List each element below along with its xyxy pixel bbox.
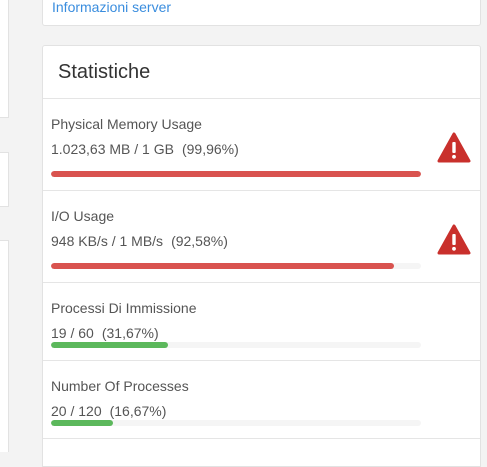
- stat-row-io-usage: I/O Usage 948 KB/s / 1 MB/s (92,58%): [43, 191, 480, 283]
- stat-row-number-of-processes: Number Of Processes 20 / 120 (16,67%): [43, 361, 480, 439]
- stat-label: I/O Usage: [51, 208, 115, 224]
- stat-amount: 948 KB/s / 1 MB/s: [51, 233, 164, 249]
- stat-amount: 1.023,63 MB / 1 GB: [51, 141, 174, 157]
- stat-value: 948 KB/s / 1 MB/s (92,58%): [51, 233, 480, 250]
- stat-percent: (99,96%): [181, 141, 239, 157]
- stat-amount: 19 / 60: [51, 325, 94, 341]
- progress-bar: [51, 263, 421, 269]
- stat-percent: (31,67%): [101, 325, 159, 341]
- progress-bar-fill: [51, 420, 113, 426]
- progress-bar: [51, 171, 421, 177]
- progress-bar: [51, 420, 421, 426]
- progress-bar-fill: [51, 171, 421, 177]
- progress-bar-fill: [51, 342, 169, 348]
- stat-percent: (16,67%): [109, 403, 167, 419]
- progress-bar: [51, 342, 421, 348]
- left-panel-edge: [0, 240, 9, 452]
- left-panel-edge: [0, 152, 9, 207]
- stat-label: Number Of Processes: [51, 378, 189, 394]
- warning-triangle-icon: [437, 224, 471, 255]
- stat-row-physical-memory: Physical Memory Usage 1.023,63 MB / 1 GB…: [43, 99, 480, 191]
- warning-triangle-icon: [437, 132, 471, 163]
- left-panel-edge: [0, 0, 9, 118]
- statistics-title: Statistiche: [43, 46, 480, 99]
- statistics-card: Statistiche Physical Memory Usage 1.023,…: [42, 45, 481, 467]
- server-info-link[interactable]: Informazioni server: [52, 0, 171, 15]
- progress-bar-fill: [51, 263, 394, 269]
- stat-percent: (92,58%): [171, 233, 228, 249]
- stat-label: Processi Di Immissione: [51, 300, 197, 316]
- stat-row-entry-processes: Processi Di Immissione 19 / 60 (31,67%): [43, 283, 480, 361]
- stat-amount: 20 / 120: [51, 403, 102, 419]
- stat-label: Physical Memory Usage: [51, 116, 202, 132]
- stat-value: 1.023,63 MB / 1 GB (99,96%): [51, 141, 480, 158]
- stat-value: 19 / 60 (31,67%): [51, 325, 480, 342]
- server-info-card: Informazioni server: [42, 0, 481, 26]
- stat-value: 20 / 120 (16,67%): [51, 403, 480, 420]
